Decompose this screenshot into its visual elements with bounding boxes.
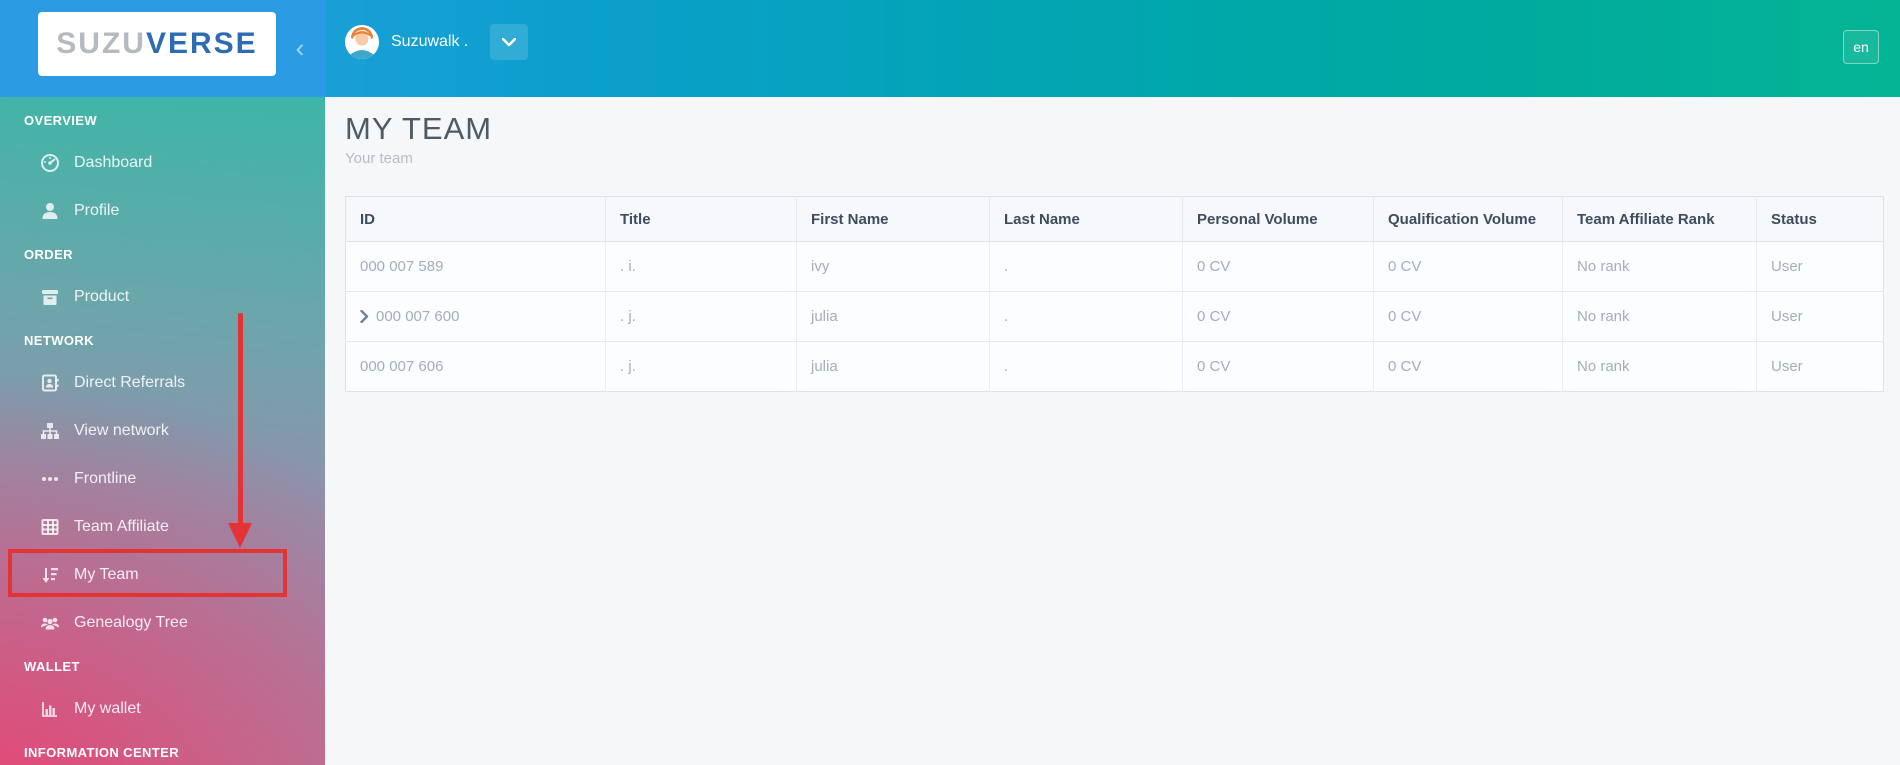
- cell-qualification-volume: 0 CV: [1373, 241, 1563, 292]
- sidebar-section-network: NETWORK: [24, 333, 94, 348]
- logo-part-suzu: SUZU: [56, 27, 146, 60]
- cell-team-affiliate-rank: No rank: [1562, 291, 1757, 342]
- sidebar-item-product[interactable]: Product: [0, 273, 325, 321]
- cell-qualification-volume: 0 CV: [1373, 341, 1563, 392]
- user-menu[interactable]: Suzuwalk .: [345, 20, 529, 64]
- sidebar-item-view-network[interactable]: View network: [0, 407, 325, 455]
- dashboard-gauge-icon: [40, 153, 60, 173]
- sidebar-item-label: Dashboard: [74, 154, 153, 171]
- logo-part-verse: VERSE: [145, 27, 258, 60]
- cell-personal-volume: 0 CV: [1182, 291, 1374, 342]
- sidebar-item-team-affiliate[interactable]: Team Affiliate: [0, 503, 325, 551]
- cell-team-affiliate-rank: No rank: [1562, 341, 1757, 392]
- address-book-icon: [40, 373, 60, 393]
- page-subtitle: Your team: [345, 150, 413, 167]
- users-group-icon: [40, 613, 60, 633]
- cell-team-affiliate-rank: No rank: [1562, 241, 1757, 292]
- cell-title: . j.: [605, 341, 797, 392]
- sidebar-section-order: ORDER: [24, 247, 73, 262]
- sidebar-item-label: Product: [74, 288, 130, 305]
- table-grid-icon: [40, 517, 60, 537]
- user-icon: [40, 201, 60, 221]
- main-content: MY TEAM Your team ID Title First Name Last …: [325, 97, 1900, 765]
- user-avatar: [345, 25, 379, 59]
- table-row: 000 007 600. j. julia. 0 CV 0 CV No rank User: [345, 291, 1884, 342]
- expand-chevron-icon[interactable]: [360, 310, 369, 323]
- user-menu-dropdown-button[interactable]: [490, 24, 529, 60]
- column-header-status: Status: [1756, 196, 1884, 242]
- cell-title: . j.: [605, 291, 797, 342]
- cell-last-name: .: [989, 291, 1183, 342]
- cell-first-name: ivy: [796, 241, 990, 292]
- product-box-icon: [40, 287, 60, 307]
- column-header-first-name: First Name: [796, 196, 990, 242]
- brand-area: SUZUVERSE ‹: [0, 0, 325, 97]
- ellipsis-icon: [40, 469, 60, 489]
- cell-personal-volume: 0 CV: [1182, 241, 1374, 292]
- language-selector[interactable]: en: [1843, 30, 1879, 64]
- sidebar-item-direct-referrals[interactable]: Direct Referrals: [0, 359, 325, 407]
- column-header-personal-volume: Personal Volume: [1182, 196, 1374, 242]
- cell-id: 000 007 600: [345, 291, 606, 342]
- sidebar-item-label: Profile: [74, 202, 120, 219]
- sidebar-section-wallet: WALLET: [24, 659, 80, 674]
- cell-first-name: julia: [796, 291, 990, 342]
- column-header-team-affiliate-rank: Team Affiliate Rank: [1562, 196, 1757, 242]
- my-team-table: ID Title First Name Last Name Personal Volum…: [345, 196, 1884, 392]
- cell-last-name: .: [989, 241, 1183, 292]
- annotation-arrow-line: [238, 313, 243, 525]
- page-header: MY TEAM Your team: [345, 111, 1900, 167]
- sidebar-item-genealogy-tree[interactable]: Genealogy Tree: [0, 599, 325, 647]
- cell-first-name: julia: [796, 341, 990, 392]
- column-header-last-name: Last Name: [989, 196, 1183, 242]
- cell-status: User: [1756, 341, 1884, 392]
- logo-text: SUZUVERSE: [56, 29, 257, 59]
- sidebar-item-profile[interactable]: Profile: [0, 187, 325, 235]
- column-header-qualification-volume: Qualification Volume: [1373, 196, 1563, 242]
- sidebar-item-label: Genealogy Tree: [74, 614, 188, 631]
- table-row: 000 007 606. j. julia. 0 CV 0 CV No rank User: [345, 341, 1884, 392]
- sidebar-item-label: My wallet: [74, 700, 141, 717]
- sidebar-item-label: Frontline: [74, 470, 137, 487]
- bar-chart-icon: [40, 699, 60, 719]
- sidebar-collapse-button[interactable]: ‹: [284, 28, 316, 68]
- sidebar-section-information-center: INFORMATION CENTER: [24, 745, 180, 760]
- suzuverse-logo[interactable]: SUZUVERSE: [38, 12, 276, 76]
- cell-personal-volume: 0 CV: [1182, 341, 1374, 392]
- page-title: MY TEAM: [345, 111, 493, 146]
- cell-id: 000 007 589: [345, 241, 606, 292]
- sidebar-section-overview: OVERVIEW: [24, 113, 98, 128]
- annotation-highlight-box: [8, 549, 287, 597]
- sidebar-item-label: View network: [74, 422, 169, 439]
- cell-status: User: [1756, 241, 1884, 292]
- sidebar-item-label: Direct Referrals: [74, 374, 186, 391]
- language-label: en: [1853, 39, 1869, 55]
- cell-status: User: [1756, 291, 1884, 342]
- chevron-down-icon: [502, 37, 517, 46]
- sidebar: OVERVIEW Dashboard Profile ORDER Product NETW…: [0, 97, 325, 765]
- cell-title: . i.: [605, 241, 797, 292]
- column-header-id: ID: [345, 196, 606, 242]
- annotation-arrow-head: [228, 523, 252, 548]
- sidebar-item-my-wallet[interactable]: My wallet: [0, 685, 325, 733]
- column-header-title: Title: [605, 196, 797, 242]
- sidebar-item-dashboard[interactable]: Dashboard: [0, 139, 325, 187]
- table-header-row: ID Title First Name Last Name Personal Volum…: [345, 196, 1884, 242]
- user-name: Suzuwalk .: [391, 33, 469, 50]
- sidebar-item-frontline[interactable]: Frontline: [0, 455, 325, 503]
- table-row: 000 007 589. i. ivy. 0 CV 0 CV No rank User: [345, 241, 1884, 292]
- cell-last-name: .: [989, 341, 1183, 392]
- chevron-left-icon: ‹: [295, 32, 305, 63]
- cell-id: 000 007 606: [345, 341, 606, 392]
- sidebar-nav: OVERVIEW Dashboard Profile ORDER Product NETW…: [0, 97, 325, 763]
- sitemap-icon: [40, 421, 60, 441]
- top-bar: SUZUVERSE ‹ Suzuwalk . en: [0, 0, 1900, 97]
- sidebar-item-label: Team Affiliate: [74, 518, 169, 535]
- cell-qualification-volume: 0 CV: [1373, 291, 1563, 342]
